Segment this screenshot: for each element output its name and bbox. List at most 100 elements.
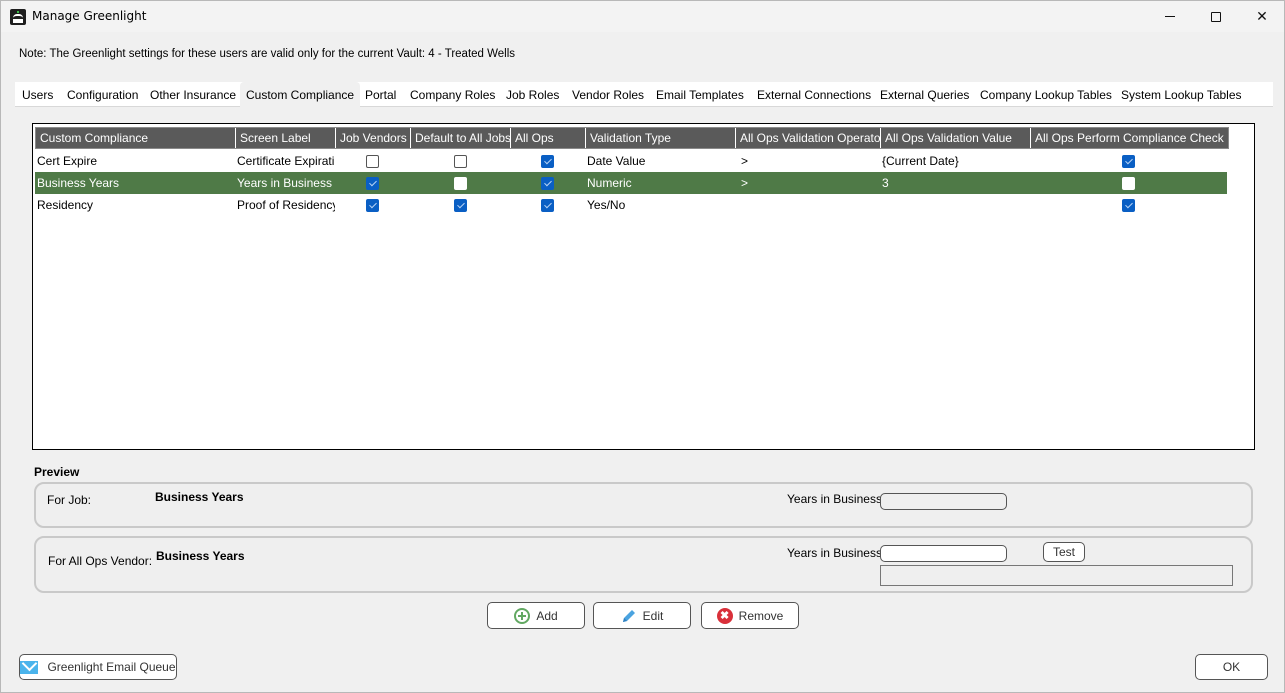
cell-validation-operator[interactable]: >: [735, 172, 880, 194]
for-job-years-input[interactable]: [880, 493, 1007, 510]
column-header-screen-label[interactable]: Screen Label: [236, 128, 336, 148]
cell-all-ops: [510, 150, 585, 172]
for-all-ops-years-input[interactable]: [880, 545, 1007, 562]
window-title: Manage Greenlight: [32, 9, 147, 23]
cell-custom-compliance[interactable]: Residency: [35, 194, 235, 216]
column-header-validation-value[interactable]: All Ops Validation Value: [881, 128, 1031, 148]
table-row[interactable]: Cert Expire Certificate Expirati... Date V…: [35, 150, 1227, 172]
grid-header: Custom Compliance Screen Label Job Vendo…: [35, 127, 1229, 149]
preview-for-all-ops-panel: For All Ops Vendor: Business Years Years…: [34, 536, 1253, 593]
job-vendors-checkbox[interactable]: [366, 198, 379, 212]
column-header-validation-operator[interactable]: All Ops Validation Operator: [736, 128, 881, 148]
column-header-perform-compliance-check[interactable]: All Ops Perform Compliance Check: [1031, 128, 1228, 148]
add-label: Add: [536, 608, 558, 623]
ok-label: OK: [1222, 660, 1241, 674]
maximize-button[interactable]: [1193, 1, 1239, 32]
preview-title: Preview: [34, 465, 80, 479]
add-circle-icon: [514, 607, 531, 624]
tab-company-lookup-tables[interactable]: Company Lookup Tables: [974, 82, 1118, 107]
for-job-compliance-name: Business Years: [155, 490, 244, 504]
tab-system-lookup-tables[interactable]: System Lookup Tables: [1115, 82, 1248, 107]
all-ops-checkbox[interactable]: [541, 154, 554, 168]
remove-label: Remove: [738, 608, 784, 623]
default-all-jobs-checkbox[interactable]: [453, 176, 467, 190]
cell-perform-check: [1030, 194, 1227, 216]
column-header-all-ops[interactable]: All Ops: [511, 128, 586, 148]
tab-job-roles[interactable]: Job Roles: [500, 82, 565, 107]
tab-portal[interactable]: Portal: [359, 82, 402, 107]
cell-all-ops: [510, 172, 585, 194]
all-ops-checkbox[interactable]: [541, 198, 554, 212]
test-button[interactable]: Test: [1043, 542, 1085, 562]
cell-perform-check: [1030, 172, 1227, 194]
cell-screen-label[interactable]: Years in Business: [235, 172, 335, 194]
cell-validation-operator[interactable]: >: [735, 150, 880, 172]
for-all-ops-compliance-name: Business Years: [156, 549, 245, 563]
job-vendors-checkbox[interactable]: [366, 154, 379, 168]
column-header-job-vendors[interactable]: Job Vendors: [336, 128, 411, 148]
table-row[interactable]: Business Years Years in Business Numeric >3: [35, 172, 1227, 194]
default-all-jobs-checkbox[interactable]: [453, 154, 467, 168]
cell-screen-label[interactable]: Proof of Residency: [235, 194, 335, 216]
cell-validation-type[interactable]: Date Value: [585, 150, 735, 172]
tab-company-roles[interactable]: Company Roles: [404, 82, 501, 107]
edit-button[interactable]: Edit: [593, 602, 691, 629]
cell-validation-value[interactable]: [880, 194, 1030, 216]
tab-configuration[interactable]: Configuration: [61, 82, 144, 107]
cell-screen-label[interactable]: Certificate Expirati...: [235, 150, 335, 172]
tab-vendor-roles[interactable]: Vendor Roles: [566, 82, 650, 107]
column-header-validation-type[interactable]: Validation Type: [586, 128, 736, 148]
job-vendors-checkbox[interactable]: [366, 176, 379, 190]
cell-job-vendors: [335, 194, 410, 216]
tab-users[interactable]: Users: [16, 82, 59, 107]
tab-external-connections[interactable]: External Connections: [751, 82, 877, 107]
test-result-box: [880, 565, 1233, 586]
for-job-label: For Job:: [47, 493, 92, 507]
vault-note: Note: The Greenlight settings for these …: [19, 48, 516, 60]
perform-check-checkbox[interactable]: [1122, 176, 1135, 190]
cell-default-all-jobs: [410, 172, 510, 194]
minimize-button[interactable]: [1147, 1, 1193, 32]
remove-x-icon: ✖: [716, 607, 733, 624]
for-all-ops-field-label: Years in Business: [787, 546, 882, 560]
greenlight-email-queue-button[interactable]: Greenlight Email Queue: [19, 654, 177, 680]
add-button[interactable]: Add: [487, 602, 585, 629]
cell-validation-type[interactable]: Numeric: [585, 172, 735, 194]
cell-custom-compliance[interactable]: Business Years: [35, 172, 235, 194]
tab-other-insurance[interactable]: Other Insurance: [144, 82, 242, 107]
cell-validation-value[interactable]: {Current Date}: [880, 150, 1030, 172]
table-row[interactable]: Residency Proof of Residency Yes/No: [35, 194, 1227, 216]
perform-check-checkbox[interactable]: [1122, 198, 1135, 212]
app-logo-icon: [10, 9, 26, 25]
cell-all-ops: [510, 194, 585, 216]
perform-check-checkbox[interactable]: [1122, 154, 1135, 168]
envelope-icon: [20, 660, 39, 674]
pencil-icon: [622, 609, 635, 622]
tab-email-templates[interactable]: Email Templates: [650, 82, 750, 107]
cell-default-all-jobs: [410, 194, 510, 216]
column-header-default-to-all-jobs[interactable]: Default to All Jobs: [411, 128, 511, 148]
ok-button[interactable]: OK: [1195, 654, 1268, 680]
column-header-custom-compliance[interactable]: Custom Compliance: [36, 128, 236, 148]
for-job-field-label: Years in Business: [787, 492, 882, 506]
default-all-jobs-checkbox[interactable]: [453, 198, 467, 212]
tab-custom-compliance[interactable]: Custom Compliance: [240, 82, 361, 107]
minimize-icon: [1165, 16, 1175, 17]
remove-button[interactable]: ✖ Remove: [701, 602, 799, 629]
cell-custom-compliance[interactable]: Cert Expire: [35, 150, 235, 172]
custom-compliance-grid[interactable]: Custom Compliance Screen Label Job Vendo…: [32, 123, 1255, 450]
all-ops-checkbox[interactable]: [541, 176, 554, 190]
edit-label: Edit: [642, 608, 664, 623]
cell-perform-check: [1030, 150, 1227, 172]
cell-default-all-jobs: [410, 150, 510, 172]
tab-strip: Users Configuration Other Insurance Cust…: [15, 82, 1273, 107]
tab-external-queries[interactable]: External Queries: [874, 82, 975, 107]
cell-validation-operator[interactable]: [735, 194, 880, 216]
close-button[interactable]: ✕: [1239, 1, 1285, 32]
cell-validation-type[interactable]: Yes/No: [585, 194, 735, 216]
cell-job-vendors: [335, 150, 410, 172]
cell-validation-value[interactable]: 3: [880, 172, 1030, 194]
close-icon: ✕: [1256, 8, 1268, 24]
cell-job-vendors: [335, 172, 410, 194]
preview-for-job-panel: For Job: Business Years Years in Busines…: [34, 482, 1253, 528]
